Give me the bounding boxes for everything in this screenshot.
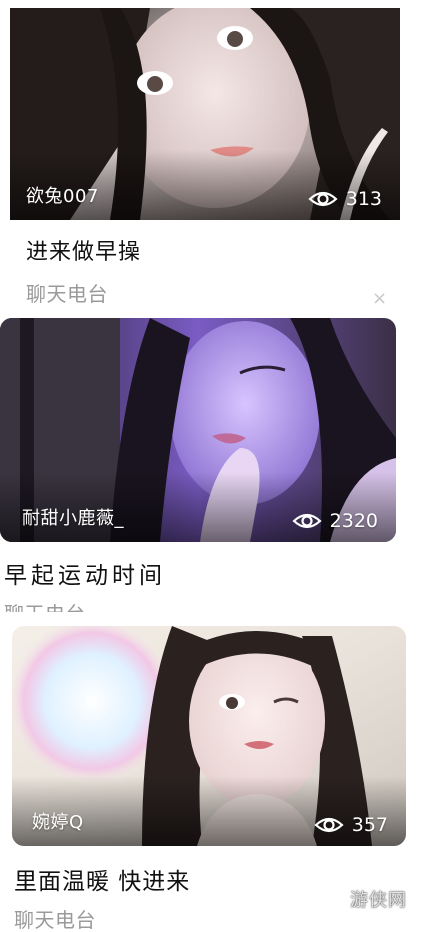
host-name: 欲兔007 xyxy=(26,186,99,207)
host-name: 耐甜小鹿薇_ xyxy=(22,508,124,529)
view-count-value: 2320 xyxy=(329,510,378,532)
eye-icon xyxy=(314,817,344,833)
room-category: 聊天电台 xyxy=(26,282,108,306)
room-card[interactable]: 婉婷Q 357 里面温暖 快进来 聊天电台 xyxy=(12,626,408,932)
site-watermark: 游侠网 xyxy=(350,890,407,911)
room-category: 聊天电台 xyxy=(4,598,86,612)
room-cover-image[interactable]: 欲兔007 313 xyxy=(10,8,400,220)
eye-icon xyxy=(292,513,322,529)
room-title[interactable]: 早起运动时间 xyxy=(4,556,166,590)
room-cover-image[interactable]: 婉婷Q 357 xyxy=(12,626,406,846)
feed-screen: 欲兔007 313 进来做早操 聊天电台 × 耐甜小鹿薇_ 2320 早起运动时… xyxy=(0,0,423,932)
room-title[interactable]: 进来做早操 xyxy=(26,234,141,266)
room-category: 聊天电台 xyxy=(14,908,96,932)
room-cover-image[interactable]: 耐甜小鹿薇_ 2320 xyxy=(0,318,396,542)
view-count: 2320 xyxy=(292,510,378,532)
eye-icon xyxy=(308,191,338,207)
view-count-value: 313 xyxy=(345,188,382,210)
view-count: 357 xyxy=(314,814,388,836)
view-count-value: 357 xyxy=(351,814,388,836)
room-card[interactable]: 欲兔007 313 进来做早操 聊天电台 × xyxy=(8,0,400,312)
room-title[interactable]: 里面温暖 快进来 xyxy=(14,862,190,896)
room-card[interactable]: 耐甜小鹿薇_ 2320 早起运动时间 聊天电台 xyxy=(0,318,400,618)
close-icon[interactable]: × xyxy=(372,290,387,308)
view-count: 313 xyxy=(308,188,382,210)
host-name: 婉婷Q xyxy=(32,812,84,833)
